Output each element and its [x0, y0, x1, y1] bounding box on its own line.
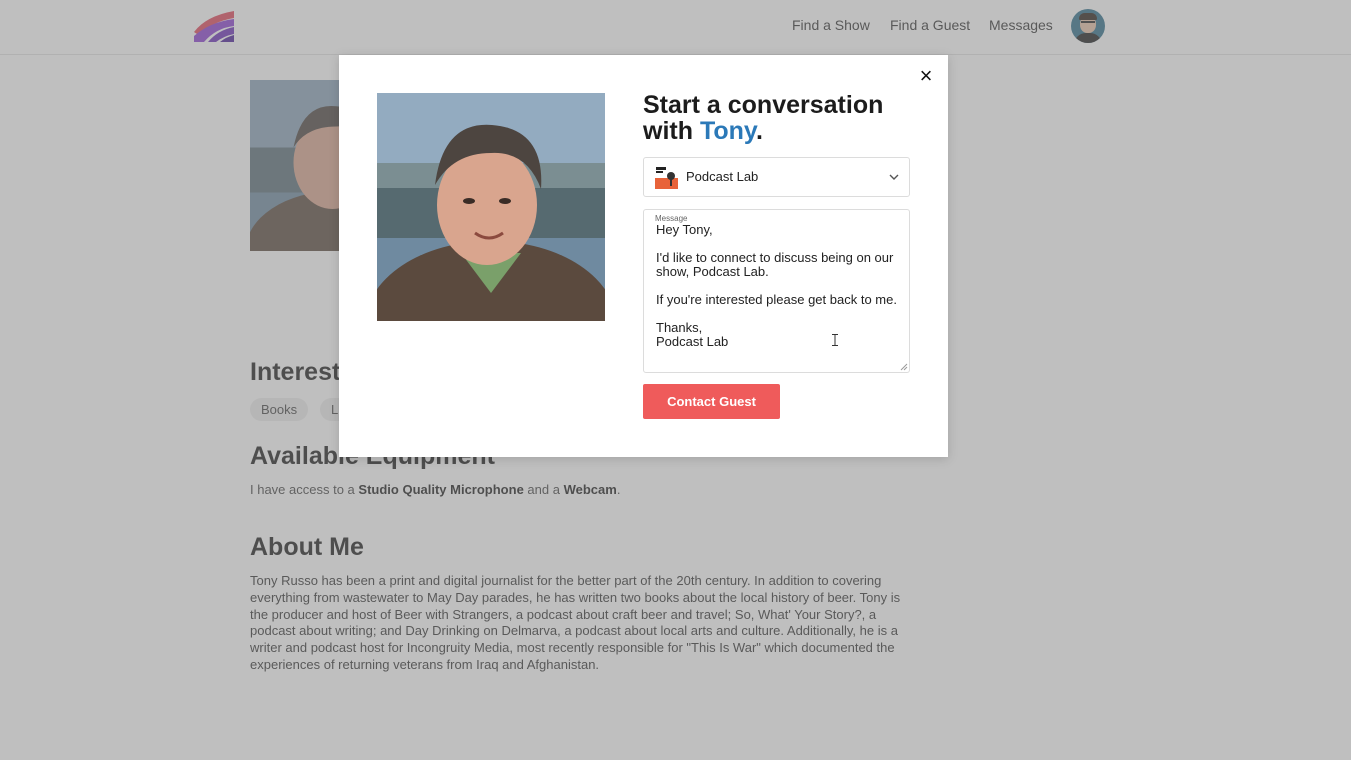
text-cursor-icon: [832, 334, 838, 346]
close-icon[interactable]: ×: [916, 65, 936, 87]
contact-guest-button[interactable]: Contact Guest: [643, 384, 780, 419]
message-field[interactable]: Message Hey Tony, I'd like to connect to…: [643, 209, 910, 373]
guest-photo: [377, 93, 605, 321]
resize-handle-icon[interactable]: [899, 362, 908, 371]
guest-name-link[interactable]: Tony: [700, 117, 756, 145]
message-input[interactable]: Hey Tony, I'd like to connect to discuss…: [656, 223, 904, 349]
chevron-down-icon: [889, 174, 899, 180]
selected-show-label: Podcast Lab: [686, 169, 759, 184]
podcast-lab-thumbnail: [655, 166, 678, 189]
show-select-dropdown[interactable]: Podcast Lab: [643, 157, 910, 197]
contact-guest-modal: × Start a conversation with Tony. Podcas…: [339, 55, 948, 457]
modal-heading: Start a conversation with Tony.: [643, 91, 884, 145]
